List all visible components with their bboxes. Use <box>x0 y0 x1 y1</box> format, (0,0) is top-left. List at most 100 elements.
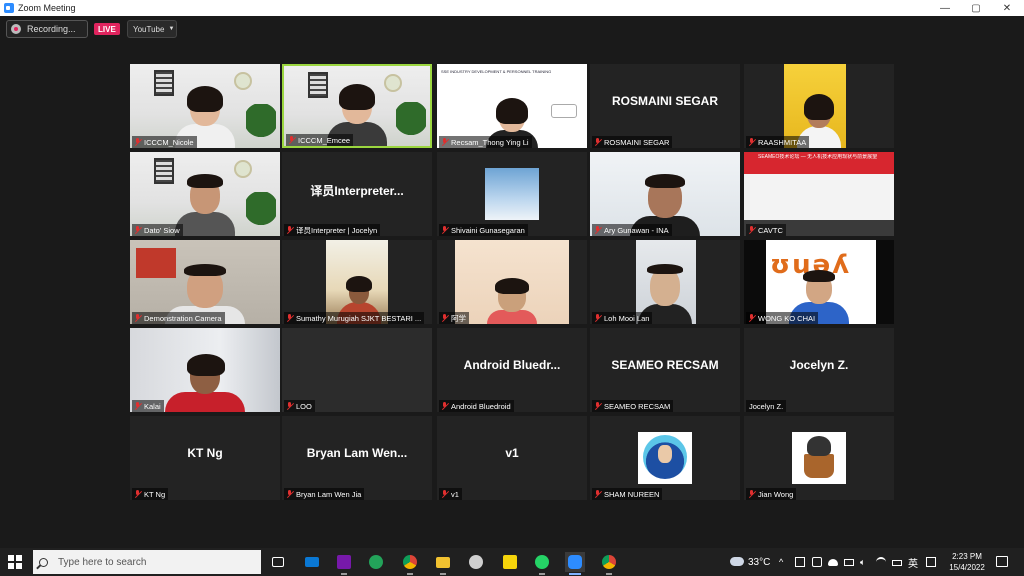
network-settings-icon[interactable] <box>795 557 805 567</box>
participant-name-placeholder: v1 <box>505 446 519 460</box>
livestream-dropdown[interactable]: YouTube ▼ <box>127 20 177 38</box>
muted-mic-icon <box>288 136 295 144</box>
video-tile[interactable]: Demonstration Camera <box>130 240 280 324</box>
onenote-icon[interactable] <box>334 552 354 575</box>
windows-start-icon[interactable] <box>8 555 22 569</box>
muted-mic-icon <box>594 226 601 234</box>
video-tile[interactable]: ICCCM_Nicole <box>130 64 280 148</box>
participant-label: WONG KO CHAI <box>746 312 819 324</box>
whatsapp-icon[interactable] <box>532 552 552 575</box>
recording-button[interactable]: Recording... <box>6 20 88 38</box>
video-tile[interactable]: SSE INDUSTRY DEVELOPMENT & PERSONNEL TRA… <box>437 64 587 148</box>
video-tile[interactable]: KT Ng KT Ng <box>130 416 280 500</box>
participant-label: KT Ng <box>132 488 169 500</box>
chrome-profile-icon[interactable] <box>599 552 619 575</box>
banner-text: SEAMEO技术论坛 — 无人机技术应用现状与前景展望 <box>758 154 878 160</box>
participant-label: Sumathy Murugiah SJKT BESTARI ... <box>284 312 425 324</box>
muted-mic-icon <box>134 402 141 410</box>
video-tile[interactable]: SEAMEO RECSAM SEAMEO RECSAM <box>590 328 740 412</box>
participant-name-placeholder: SEAMEO RECSAM <box>611 358 719 372</box>
video-tile[interactable]: Android Bluedr... Android Bluedroid <box>437 328 587 412</box>
participant-label: Android Bluedroid <box>439 400 514 412</box>
video-tile[interactable]: v1 v1 <box>437 416 587 500</box>
file-explorer-icon[interactable] <box>433 552 453 575</box>
recording-label: Recording... <box>27 24 76 34</box>
gallery-view: ICCCM_Nicole ICCCM_Emcee SSE INDUSTRY DE… <box>130 64 894 500</box>
participant-label: Ary Gunawan - INA <box>592 224 672 236</box>
muted-mic-icon <box>441 402 448 410</box>
video-tile[interactable]: SHAM NUREEN <box>590 416 740 500</box>
maximize-button[interactable]: ▢ <box>961 0 991 16</box>
video-tile[interactable]: Kalai <box>130 328 280 412</box>
sticky-notes-icon[interactable] <box>500 552 520 572</box>
cloud-record-icon <box>11 24 21 34</box>
participant-label: LOO <box>284 400 315 412</box>
livestream-label: YouTube <box>133 24 165 34</box>
task-view-icon[interactable] <box>268 552 288 572</box>
system-clock[interactable]: 2:23 PM 15/4/2022 <box>944 551 990 573</box>
wifi-icon[interactable] <box>876 557 886 567</box>
caret-down-icon: ▼ <box>168 26 175 32</box>
muted-mic-icon <box>748 490 755 498</box>
onedrive-icon[interactable] <box>828 559 838 566</box>
muted-mic-icon <box>134 490 141 498</box>
muted-mic-icon <box>441 138 448 146</box>
chevron-up-icon[interactable]: ^ <box>779 548 783 576</box>
muted-mic-icon <box>134 314 141 322</box>
video-tile[interactable]: Loh Mooi Lan <box>590 240 740 324</box>
video-tile[interactable]: Ary Gunawan - INA <box>590 152 740 236</box>
search-icon <box>39 557 48 567</box>
video-tile[interactable]: SEAMEO技术论坛 — 无人机技术应用现状与前景展望 CAVTC <box>744 152 894 236</box>
mail-icon[interactable] <box>302 552 322 572</box>
weather-icon[interactable] <box>730 557 744 566</box>
muted-mic-icon <box>594 402 601 410</box>
video-tile[interactable]: Dato' Siow <box>130 152 280 236</box>
video-tile[interactable]: Bryan Lam Wen... Bryan Lam Wen Jia <box>282 416 432 500</box>
video-tile[interactable]: RAASHMITAA <box>744 64 894 148</box>
video-tile[interactable]: LOO <box>282 328 432 412</box>
minimize-button[interactable]: — <box>930 0 960 16</box>
meet-now-icon[interactable] <box>812 557 822 567</box>
taskbar-search-box[interactable]: Type here to search <box>33 550 261 574</box>
virtual-background-banner: SSE INDUSTRY DEVELOPMENT & PERSONNEL TRA… <box>437 64 587 78</box>
participant-name-placeholder: Jocelyn Z. <box>789 358 849 372</box>
zoom-app-icon <box>4 3 14 13</box>
participant-label: ICCCM_Emcee <box>286 134 354 146</box>
video-tile[interactable]: 译员Interpreter... 译员Interpreter | Jocelyn <box>282 152 432 236</box>
video-tile[interactable]: Sumathy Murugiah SJKT BESTARI ... <box>282 240 432 324</box>
participant-label: Loh Mooi Lan <box>592 312 653 324</box>
muted-mic-icon <box>441 490 448 498</box>
video-tile[interactable]: Jocelyn Z. Jocelyn Z. <box>744 328 894 412</box>
video-tile-active-speaker[interactable]: ICCCM_Emcee <box>282 64 432 148</box>
participant-label: Shivaini Gunasegaran <box>439 224 528 236</box>
notification-center-icon[interactable] <box>996 556 1008 567</box>
video-tile[interactable]: ROSMAINI SEGAR ROSMAINI SEGAR <box>590 64 740 148</box>
paint-icon[interactable] <box>466 552 486 572</box>
muted-mic-icon <box>441 226 448 234</box>
participant-label: v1 <box>439 488 462 500</box>
participant-label: Jian Wong <box>746 488 797 500</box>
muted-mic-icon <box>286 314 293 322</box>
ime-language-indicator[interactable]: 英 <box>908 548 918 576</box>
weather-temperature[interactable]: 33°C <box>748 548 770 576</box>
participant-label: Demonstration Camera <box>132 312 225 324</box>
video-tile[interactable]: 阿学 <box>437 240 587 324</box>
clock-time: 2:23 PM <box>952 552 982 561</box>
chrome-icon[interactable] <box>400 552 420 575</box>
participant-name-placeholder: Bryan Lam Wen... <box>306 446 408 460</box>
video-tile[interactable]: ʊuəʎ WONG KO CHAI <box>744 240 894 324</box>
speaker-icon[interactable]: 🔈︎ <box>860 548 865 576</box>
participant-label: ROSMAINI SEGAR <box>592 136 673 148</box>
close-button[interactable]: ✕ <box>992 0 1022 16</box>
battery-icon[interactable] <box>844 559 854 566</box>
video-tile[interactable]: Jian Wong <box>744 416 894 500</box>
profile-picture <box>792 432 846 484</box>
muted-mic-icon <box>134 138 141 146</box>
zoom-taskbar-icon[interactable] <box>565 552 585 575</box>
keyboard-layout-icon[interactable] <box>892 560 902 566</box>
edge-icon[interactable] <box>366 552 386 572</box>
ime-mode-icon[interactable] <box>926 557 936 567</box>
video-tile[interactable]: Shivaini Gunasegaran <box>437 152 587 236</box>
clock-date: 15/4/2022 <box>949 563 985 572</box>
participant-name-placeholder: Android Bluedr... <box>463 358 561 372</box>
